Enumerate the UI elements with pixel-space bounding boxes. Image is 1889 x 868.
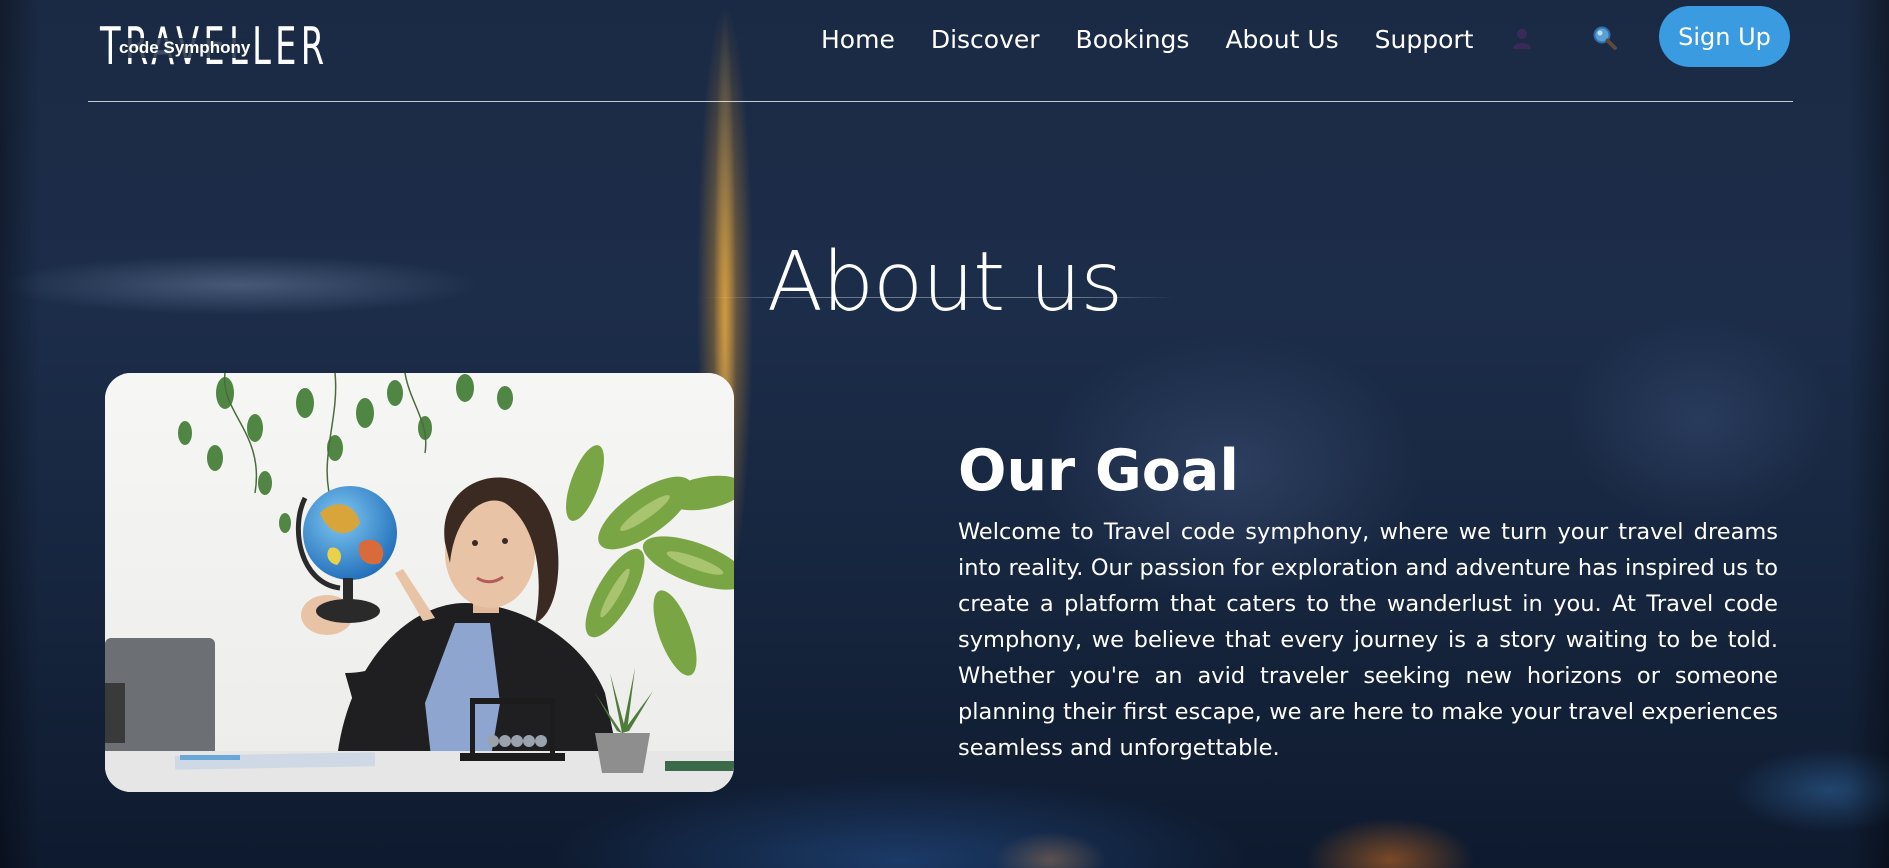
nav-link-home[interactable]: Home: [821, 25, 895, 54]
main-nav: Home Discover Bookings About Us Support: [821, 20, 1509, 58]
site-logo[interactable]: TRAVELLER code Symphony: [100, 18, 324, 76]
user-account-button[interactable]: [1508, 24, 1536, 52]
search-button[interactable]: [1591, 24, 1619, 52]
page-title: About us: [0, 233, 1889, 333]
top-navbar: TRAVELLER code Symphony Home Discover Bo…: [88, 0, 1793, 102]
logo-subtitle: code Symphony: [116, 38, 254, 58]
nav-link-about-us[interactable]: About Us: [1225, 25, 1338, 54]
right-edge-shade: [1849, 0, 1889, 868]
goal-heading: Our Goal: [958, 438, 1239, 504]
goal-section: Our Goal Welcome to Travel code symphony…: [958, 436, 1778, 766]
nav-link-support[interactable]: Support: [1375, 25, 1474, 54]
woman-with-globe-illustration: [105, 373, 734, 792]
goal-description: Welcome to Travel code symphony, where w…: [958, 519, 1778, 761]
page-title-text: About us: [766, 234, 1123, 330]
nav-link-discover[interactable]: Discover: [931, 25, 1040, 54]
title-divider: [704, 297, 1174, 298]
goal-photo: [105, 373, 734, 792]
user-icon: [1513, 29, 1531, 49]
sign-up-button[interactable]: Sign Up: [1659, 6, 1790, 67]
search-icon: [1593, 26, 1617, 50]
left-edge-shade: [0, 0, 40, 868]
nav-link-bookings[interactable]: Bookings: [1076, 25, 1190, 54]
